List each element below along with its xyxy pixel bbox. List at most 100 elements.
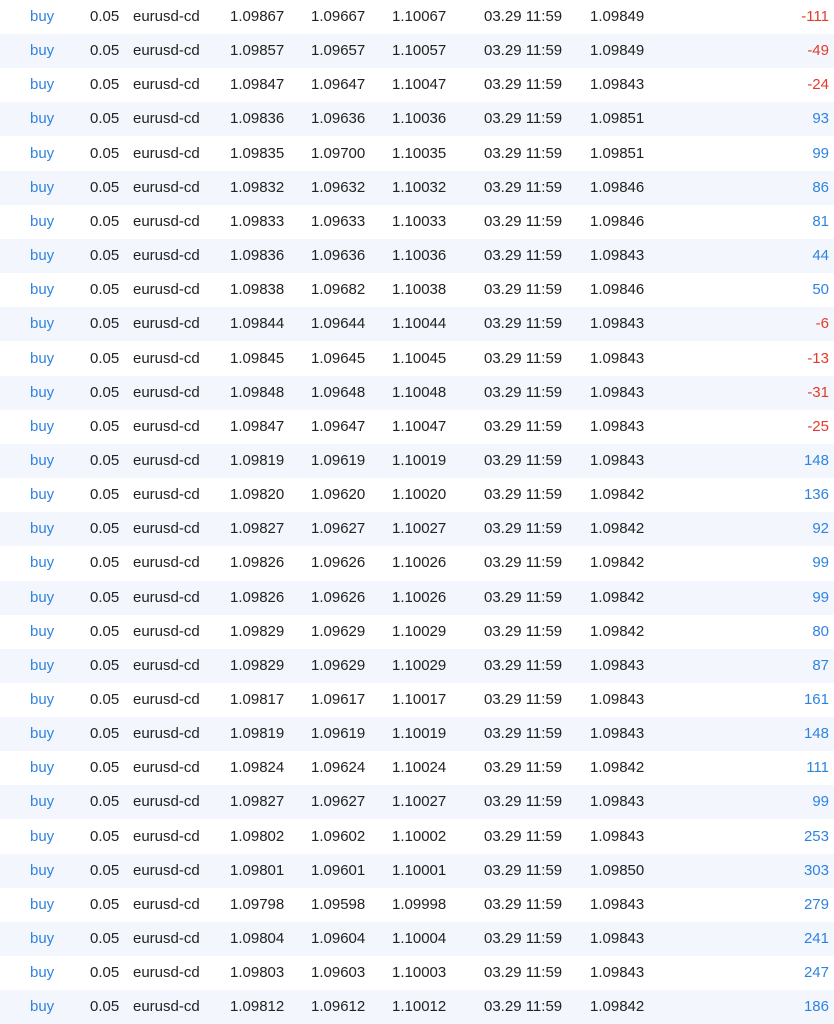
trade-row[interactable]: buy 0.05 eurusd-cd 1.09820 1.09620 1.10020 03.… <box>0 478 834 512</box>
trade-type-link[interactable]: buy <box>30 171 54 205</box>
trade-row[interactable]: buy 0.05 eurusd-cd 1.09829 1.09629 1.10029 03.… <box>0 648 834 683</box>
trade-symbol: eurusd-cd <box>133 998 200 1016</box>
trade-take-profit: 1.10002 <box>392 827 447 845</box>
trade-type-link[interactable]: buy <box>30 0 54 34</box>
trade-type-link[interactable]: buy <box>30 854 54 888</box>
trade-current-price: 1.09851 <box>590 144 645 162</box>
trade-type-link[interactable]: buy <box>30 751 54 785</box>
trade-row[interactable]: buy 0.05 eurusd-cd 1.09867 1.09667 1.10067 03.… <box>0 0 834 34</box>
trade-current-price: 1.09843 <box>590 76 645 94</box>
trade-current-price: 1.09851 <box>590 110 645 128</box>
trade-open-price: 1.09801 <box>230 861 285 879</box>
trade-type-link[interactable]: buy <box>30 649 54 683</box>
trade-volume: 0.05 <box>90 8 120 25</box>
trade-type-link[interactable]: buy <box>30 512 54 546</box>
trade-type-link[interactable]: buy <box>30 273 54 307</box>
trade-type-link[interactable]: buy <box>30 478 54 512</box>
trade-time: 03.29 11:59 <box>484 520 563 538</box>
trade-stop-loss: 1.09598 <box>311 895 366 913</box>
trade-take-profit: 1.10057 <box>392 42 447 60</box>
trade-type-link[interactable]: buy <box>30 581 54 615</box>
trade-current-price: 1.09843 <box>590 451 645 469</box>
trade-type-link[interactable]: buy <box>30 888 54 922</box>
trade-type-link[interactable]: buy <box>30 239 54 273</box>
trade-type-link[interactable]: buy <box>30 102 54 136</box>
trade-row[interactable]: buy 0.05 eurusd-cd 1.09835 1.09700 1.10035 03.… <box>0 137 834 171</box>
trade-stop-loss: 1.09667 <box>311 8 366 25</box>
trade-row[interactable]: buy 0.05 eurusd-cd 1.09824 1.09624 1.10024 03.… <box>0 751 834 785</box>
trade-take-profit: 1.10035 <box>392 144 447 162</box>
trade-row[interactable]: buy 0.05 eurusd-cd 1.09798 1.09598 1.09998 03.… <box>0 888 834 922</box>
trade-type-link[interactable]: buy <box>30 376 54 410</box>
trade-row[interactable]: buy 0.05 eurusd-cd 1.09832 1.09632 1.10032 03.… <box>0 170 834 205</box>
trade-symbol: eurusd-cd <box>133 178 200 196</box>
trade-type-link[interactable]: buy <box>30 444 54 478</box>
trade-time: 03.29 11:59 <box>484 451 563 469</box>
trade-symbol: eurusd-cd <box>133 793 200 811</box>
trade-open-price: 1.09836 <box>230 110 285 128</box>
trade-row[interactable]: buy 0.05 eurusd-cd 1.09804 1.09604 1.10004 03.… <box>0 922 834 957</box>
trade-row[interactable]: buy 0.05 eurusd-cd 1.09827 1.09627 1.10027 03.… <box>0 512 834 547</box>
trade-row[interactable]: buy 0.05 eurusd-cd 1.09838 1.09682 1.10038 03.… <box>0 273 834 307</box>
trade-profit: 253 <box>803 827 829 845</box>
trade-type-link[interactable]: buy <box>30 717 54 751</box>
trade-row[interactable]: buy 0.05 eurusd-cd 1.09833 1.09633 1.10033 03.… <box>0 205 834 239</box>
trade-row[interactable]: buy 0.05 eurusd-cd 1.09819 1.09619 1.10019 03.… <box>0 717 834 752</box>
trade-symbol: eurusd-cd <box>133 281 200 299</box>
trade-type-link[interactable]: buy <box>30 820 54 854</box>
trade-type-link[interactable]: buy <box>30 68 54 102</box>
trade-row[interactable]: buy 0.05 eurusd-cd 1.09826 1.09626 1.10026 03.… <box>0 546 834 580</box>
trade-row[interactable]: buy 0.05 eurusd-cd 1.09802 1.09602 1.10002 03.… <box>0 820 834 854</box>
trade-volume: 0.05 <box>90 76 120 94</box>
trade-row[interactable]: buy 0.05 eurusd-cd 1.09836 1.09636 1.10036 03.… <box>0 102 834 137</box>
trade-type-link[interactable]: buy <box>30 785 54 819</box>
trade-row[interactable]: buy 0.05 eurusd-cd 1.09845 1.09645 1.10045 03.… <box>0 342 834 376</box>
trade-profit: -13 <box>807 349 829 367</box>
trade-type-link[interactable]: buy <box>30 410 54 444</box>
trade-row[interactable]: buy 0.05 eurusd-cd 1.09857 1.09657 1.10057 03.… <box>0 34 834 69</box>
trade-time: 03.29 11:59 <box>484 964 563 982</box>
trade-row[interactable]: buy 0.05 eurusd-cd 1.09827 1.09627 1.10027 03.… <box>0 785 834 820</box>
trade-current-price: 1.09849 <box>590 42 645 60</box>
trade-open-price: 1.09798 <box>230 895 285 913</box>
trade-take-profit: 1.10036 <box>392 110 447 128</box>
trade-row[interactable]: buy 0.05 eurusd-cd 1.09847 1.09647 1.10047 03.… <box>0 68 834 102</box>
trade-type-link[interactable]: buy <box>30 342 54 376</box>
trade-type-link[interactable]: buy <box>30 956 54 990</box>
trade-row[interactable]: buy 0.05 eurusd-cd 1.09826 1.09626 1.10026 03.… <box>0 580 834 615</box>
trade-take-profit: 1.10024 <box>392 759 447 777</box>
trade-type-link[interactable]: buy <box>30 615 54 649</box>
trade-time: 03.29 11:59 <box>484 691 563 708</box>
trade-stop-loss: 1.09612 <box>311 998 366 1016</box>
trade-type-link[interactable]: buy <box>30 683 54 717</box>
trade-row[interactable]: buy 0.05 eurusd-cd 1.09848 1.09648 1.10048 03.… <box>0 375 834 410</box>
trade-open-price: 1.09832 <box>230 178 285 196</box>
trade-row[interactable]: buy 0.05 eurusd-cd 1.09819 1.09619 1.10019 03.… <box>0 443 834 478</box>
trade-type-link[interactable]: buy <box>30 34 54 68</box>
trade-type-link[interactable]: buy <box>30 990 54 1024</box>
trade-profit: 92 <box>812 520 829 538</box>
trade-take-profit: 1.10047 <box>392 76 447 94</box>
trade-row[interactable]: buy 0.05 eurusd-cd 1.09829 1.09629 1.10029 03.… <box>0 615 834 649</box>
trade-type-link[interactable]: buy <box>30 307 54 341</box>
trade-row[interactable]: buy 0.05 eurusd-cd 1.09803 1.09603 1.10003 03.… <box>0 956 834 990</box>
trade-type-link[interactable]: buy <box>30 922 54 956</box>
trade-row[interactable]: buy 0.05 eurusd-cd 1.09817 1.09617 1.10017 03.… <box>0 683 834 717</box>
trade-time: 03.29 11:59 <box>484 827 563 845</box>
trade-profit: 87 <box>812 656 829 674</box>
trade-type-link[interactable]: buy <box>30 205 54 239</box>
trade-time: 03.29 11:59 <box>484 793 563 811</box>
trade-row[interactable]: buy 0.05 eurusd-cd 1.09801 1.09601 1.10001 03.… <box>0 853 834 888</box>
trade-symbol: eurusd-cd <box>133 554 200 572</box>
trade-stop-loss: 1.09626 <box>311 554 366 572</box>
trade-open-price: 1.09845 <box>230 349 285 367</box>
trade-current-price: 1.09843 <box>590 930 645 948</box>
trade-row[interactable]: buy 0.05 eurusd-cd 1.09812 1.09612 1.10012 03.… <box>0 990 834 1024</box>
trade-row[interactable]: buy 0.05 eurusd-cd 1.09836 1.09636 1.10036 03.… <box>0 239 834 274</box>
trade-symbol: eurusd-cd <box>133 520 200 538</box>
trade-row[interactable]: buy 0.05 eurusd-cd 1.09844 1.09644 1.10044 03.… <box>0 307 834 342</box>
trade-current-price: 1.09846 <box>590 178 645 196</box>
trade-type-link[interactable]: buy <box>30 137 54 171</box>
trade-row[interactable]: buy 0.05 eurusd-cd 1.09847 1.09647 1.10047 03.… <box>0 410 834 444</box>
trade-type-link[interactable]: buy <box>30 546 54 580</box>
